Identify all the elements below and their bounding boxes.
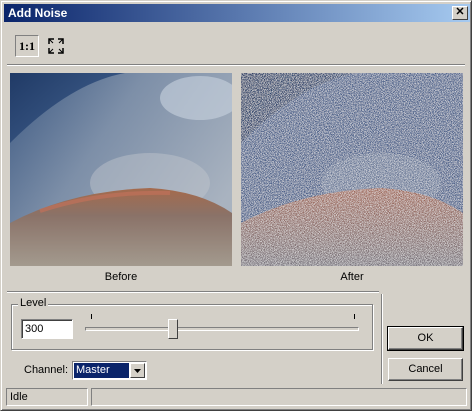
add-noise-dialog: Add Noise ✕ 1:1 Before After Level 300 C…: [0, 0, 472, 411]
fit-to-window-button[interactable]: [45, 35, 67, 57]
ok-button[interactable]: OK: [387, 326, 464, 351]
chevron-down-icon: [134, 369, 141, 373]
before-caption: Before: [104, 271, 138, 283]
zoom-1to1-button[interactable]: 1:1: [15, 35, 39, 57]
level-group-label: Level: [18, 297, 49, 309]
dropdown-arrow-button[interactable]: [130, 363, 145, 378]
buttons-separator: [381, 294, 383, 384]
level-slider-thumb[interactable]: [167, 319, 178, 339]
channel-selected-value: Master: [74, 363, 129, 378]
slider-tick-min: [91, 314, 92, 319]
slider-tick-max: [354, 314, 355, 319]
channel-dropdown[interactable]: Master: [72, 361, 147, 380]
channel-label: Channel:: [24, 364, 69, 376]
window-title: Add Noise: [8, 6, 68, 20]
close-button[interactable]: ✕: [452, 6, 468, 20]
fit-to-window-icon: [48, 38, 64, 54]
level-slider-track[interactable]: [85, 327, 359, 331]
options-separator: [7, 291, 379, 293]
toolbar-separator: [7, 64, 465, 66]
cancel-button[interactable]: Cancel: [388, 358, 463, 381]
after-caption: After: [340, 271, 364, 283]
level-value-field[interactable]: 300: [21, 319, 73, 339]
title-bar[interactable]: Add Noise ✕: [4, 4, 470, 22]
status-panel: [91, 388, 467, 406]
before-preview-image: [10, 73, 232, 266]
after-preview-image: [241, 73, 463, 266]
status-text: Idle: [6, 388, 88, 406]
